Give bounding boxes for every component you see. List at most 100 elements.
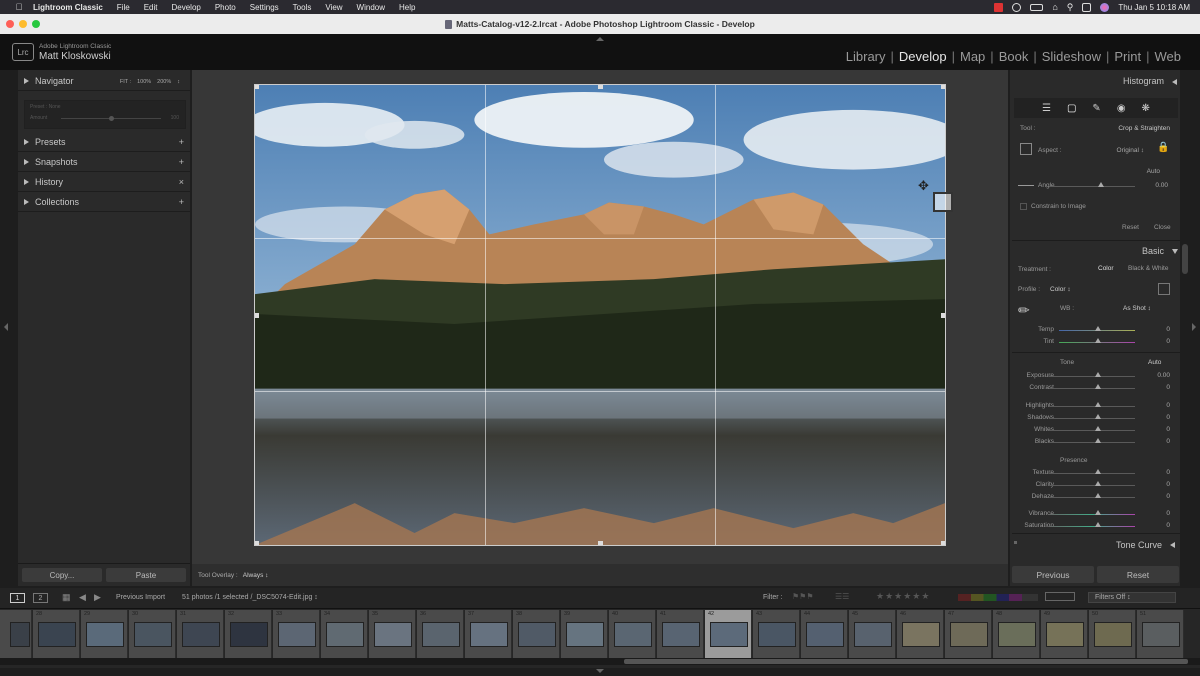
filmstrip-cell[interactable]: 41 bbox=[657, 610, 704, 658]
clarity-slider-track[interactable] bbox=[1049, 485, 1135, 486]
menu-window[interactable]: Window bbox=[350, 3, 392, 12]
vibrance-slider-knob[interactable] bbox=[1095, 510, 1101, 515]
menu-tools[interactable]: Tools bbox=[286, 3, 319, 12]
zoom-fit[interactable]: FIT : bbox=[120, 79, 131, 85]
top-panel-toggle-icon[interactable] bbox=[596, 37, 604, 41]
apple-icon[interactable]:  bbox=[12, 0, 26, 14]
angle-auto-button[interactable]: Auto bbox=[1130, 168, 1160, 175]
filmstrip-cell[interactable]: 46 bbox=[897, 610, 944, 658]
presets-header[interactable]: Presets + bbox=[18, 133, 190, 152]
saturation-slider-track[interactable] bbox=[1049, 526, 1135, 527]
module-web[interactable]: Web bbox=[1150, 49, 1187, 64]
collections-header[interactable]: Collections + bbox=[18, 193, 190, 212]
rating-filter-stars[interactable]: ★★★★★★ bbox=[876, 591, 930, 602]
menu-app-name[interactable]: Lightroom Classic bbox=[26, 3, 110, 12]
wb-select[interactable]: As Shot ↕ bbox=[1123, 305, 1151, 312]
profile-browser-icon[interactable] bbox=[1158, 283, 1170, 295]
clarity-slider-knob[interactable] bbox=[1095, 481, 1101, 486]
tint-slider-knob[interactable] bbox=[1095, 338, 1101, 343]
whites-slider-track[interactable] bbox=[1049, 430, 1135, 431]
shadows-slider-track[interactable] bbox=[1049, 418, 1135, 419]
contrast-value[interactable]: 0 bbox=[1140, 384, 1170, 391]
navigator-header[interactable]: Navigator FIT : 100% 200% ↕ bbox=[18, 72, 190, 91]
grid-view-icon[interactable]: ▦ bbox=[62, 592, 71, 603]
add-snapshot-icon[interactable]: + bbox=[179, 157, 184, 167]
masking-icon[interactable]: ❋ bbox=[1142, 103, 1150, 114]
filmstrip-cell[interactable]: 36 bbox=[417, 610, 464, 658]
wifi-icon[interactable]: ⌂ bbox=[1052, 2, 1057, 12]
module-library[interactable]: Library bbox=[841, 49, 891, 64]
filmstrip-cell[interactable]: 38 bbox=[513, 610, 560, 658]
filmstrip-cell[interactable]: 43 bbox=[753, 610, 800, 658]
shadows-value[interactable]: 0 bbox=[1140, 414, 1170, 421]
crop-handle-right[interactable] bbox=[941, 313, 945, 318]
reset-button[interactable]: Reset bbox=[1097, 566, 1179, 583]
previous-button[interactable]: Previous bbox=[1012, 566, 1094, 583]
temp-value[interactable]: 0 bbox=[1148, 326, 1170, 333]
blacks-slider-knob[interactable] bbox=[1095, 438, 1101, 443]
highlights-slider-knob[interactable] bbox=[1095, 402, 1101, 407]
zoom-more[interactable]: ↕ bbox=[177, 79, 180, 85]
filmstrip-cell[interactable]: 30 bbox=[129, 610, 176, 658]
menu-view[interactable]: View bbox=[318, 3, 349, 12]
crop-handle-bottom-left[interactable] bbox=[255, 541, 259, 545]
tool-overlay-select[interactable]: Always ↕ bbox=[243, 572, 269, 579]
snapshots-header[interactable]: Snapshots + bbox=[18, 153, 190, 172]
exposure-slider-knob[interactable] bbox=[1095, 372, 1101, 377]
filmstrip-cell[interactable]: 31 bbox=[177, 610, 224, 658]
minimize-window-button[interactable] bbox=[19, 20, 27, 28]
back-arrow-icon[interactable]: ◀ bbox=[79, 592, 86, 603]
aspect-crop-icon[interactable] bbox=[1020, 143, 1032, 155]
photo-crop-area[interactable] bbox=[254, 84, 946, 546]
filmstrip-cell[interactable]: 47 bbox=[945, 610, 992, 658]
red-eye-icon[interactable]: ◉ bbox=[1117, 103, 1126, 114]
filmstrip-cell[interactable]: 44 bbox=[801, 610, 848, 658]
menu-settings[interactable]: Settings bbox=[243, 3, 286, 12]
clock[interactable]: Thu Jan 5 10:18 AM bbox=[1118, 3, 1190, 12]
record-icon[interactable] bbox=[994, 2, 1004, 12]
zoom-100[interactable]: 100% bbox=[137, 79, 151, 85]
dehaze-value[interactable]: 0 bbox=[1140, 493, 1170, 500]
whites-value[interactable]: 0 bbox=[1140, 426, 1170, 433]
histogram-header[interactable]: Histogram bbox=[1010, 76, 1180, 86]
angle-slider-track[interactable] bbox=[1049, 186, 1135, 187]
filmstrip-cell[interactable]: 45 bbox=[849, 610, 896, 658]
saturation-value[interactable]: 0 bbox=[1140, 522, 1170, 529]
crop-handle-bottom-right[interactable] bbox=[941, 541, 945, 545]
clear-history-icon[interactable]: × bbox=[179, 177, 184, 187]
tone-curve-header[interactable]: Tone Curve bbox=[1010, 540, 1180, 550]
collapse-triangle-icon[interactable] bbox=[1172, 249, 1178, 254]
vibrance-slider-track[interactable] bbox=[1049, 514, 1135, 515]
menu-edit[interactable]: Edit bbox=[137, 3, 165, 12]
dehaze-slider-knob[interactable] bbox=[1095, 493, 1101, 498]
exposure-slider-track[interactable] bbox=[1049, 376, 1135, 377]
lock-icon[interactable]: 🔒 bbox=[1157, 142, 1169, 154]
history-header[interactable]: History × bbox=[18, 173, 190, 192]
zoom-200[interactable]: 200% bbox=[157, 79, 171, 85]
crop-reset-button[interactable]: Reset bbox=[1122, 224, 1139, 231]
crop-handle-left[interactable] bbox=[255, 313, 259, 318]
filmstrip-cell[interactable]: 28 bbox=[33, 610, 80, 658]
shadows-slider-knob[interactable] bbox=[1095, 414, 1101, 419]
texture-value[interactable]: 0 bbox=[1140, 469, 1170, 476]
menu-file[interactable]: File bbox=[110, 3, 137, 12]
blacks-slider-track[interactable] bbox=[1049, 442, 1135, 443]
color-filter-swatches[interactable] bbox=[958, 594, 1038, 601]
filmstrip-cell[interactable]: 39 bbox=[561, 610, 608, 658]
healing-icon[interactable]: ✎ bbox=[1092, 103, 1100, 114]
filmstrip-cell[interactable]: 29 bbox=[81, 610, 128, 658]
secondary-window-button[interactable]: 2 bbox=[33, 593, 48, 603]
source-label[interactable]: Previous Import bbox=[116, 594, 165, 601]
module-map[interactable]: Map bbox=[955, 49, 990, 64]
sync-icon[interactable] bbox=[1012, 2, 1022, 12]
whites-slider-knob[interactable] bbox=[1095, 426, 1101, 431]
highlights-slider-track[interactable] bbox=[1049, 406, 1135, 407]
menu-photo[interactable]: Photo bbox=[208, 3, 243, 12]
crop-close-button[interactable]: Close bbox=[1154, 224, 1171, 231]
control-center-icon[interactable] bbox=[1082, 2, 1092, 12]
filmstrip-cell[interactable]: 50 bbox=[1089, 610, 1136, 658]
siri-icon[interactable] bbox=[1100, 2, 1110, 12]
battery-icon[interactable] bbox=[1030, 3, 1044, 11]
highlights-value[interactable]: 0 bbox=[1140, 402, 1170, 409]
edit-sliders-icon[interactable]: ☰ bbox=[1042, 103, 1051, 114]
